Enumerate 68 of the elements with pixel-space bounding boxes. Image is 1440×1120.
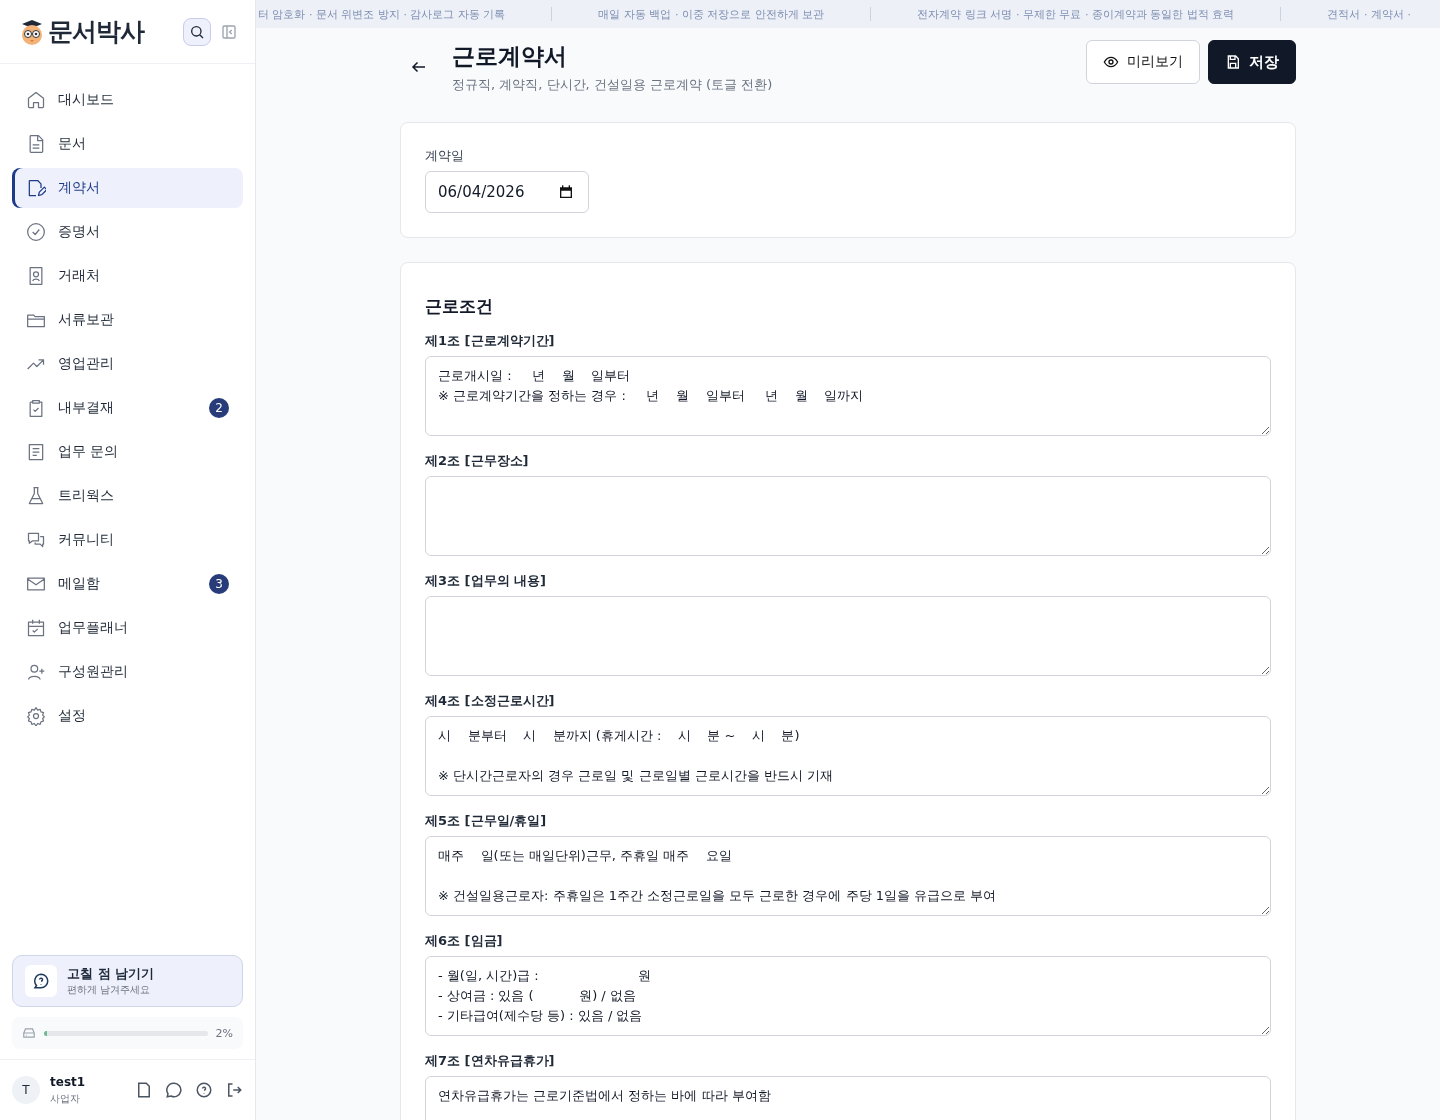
flask-icon [26, 486, 46, 506]
storage-reading: 2% [215, 1026, 233, 1040]
section-title: 근로조건 [425, 295, 494, 318]
article-text-field[interactable]: 근로개시일 : 년 월 일부터 ※ 근로계약기간을 정하는 경우 : 년 월 일부터 년 월 일까지 [425, 356, 1271, 436]
page-title: 근로계약서 [452, 41, 568, 71]
preview-button[interactable]: 미리보기 [1086, 40, 1200, 84]
article-text-field[interactable] [425, 596, 1271, 676]
date-field[interactable]: 06/04/2026 [425, 171, 589, 213]
nav-item[interactable]: 메일함 3 [12, 564, 243, 604]
ticker-text: 매일 자동 백업 · 이중 저장으로 안전하게 보관 [598, 6, 825, 22]
article-text-field[interactable]: 매주 일(또는 매일단위)근무, 주휴일 매주 요일 ※ 건설일용근로자: 주휴일은 1주간 소정근로일을 모두 근로한 경우에 주당 1일을 유급으로 부여 [425, 836, 1271, 916]
article-label: 제1조 [근로계약기간] [425, 332, 556, 350]
ticker-text: 전자계약 링크 서명 · 무제한 무료 · 종이계약과 동일한 법적 효력 [917, 6, 1235, 22]
nav-item[interactable]: 문서 [12, 124, 243, 164]
logout-icon[interactable] [225, 1081, 243, 1099]
nav-item[interactable]: 구성원관리 [12, 652, 243, 692]
article-label: 제7조 [연차유급휴가] [425, 1052, 556, 1070]
help-icon[interactable] [195, 1081, 213, 1099]
save-button[interactable]: 저장 [1208, 40, 1296, 84]
article-label: 제5조 [근무일/휴일] [425, 812, 548, 830]
feedback-subtitle: 편하게 남겨주세요 [67, 983, 152, 997]
document-icon[interactable] [135, 1081, 153, 1099]
article-label: 제6조 [임금] [425, 932, 504, 950]
chat-icon[interactable] [165, 1081, 183, 1099]
page-subtitle: 정규직, 계약직, 단시간, 건설일용 근로계약 (토글 전환) [452, 75, 774, 94]
article-label: 제2조 [근무장소] [425, 452, 530, 470]
person-add-icon [26, 662, 46, 682]
house-icon [26, 90, 46, 110]
eye-icon [1103, 54, 1119, 70]
user-role: 사업자 [50, 1091, 81, 1106]
gear-icon [26, 706, 46, 726]
article-text-field[interactable] [425, 476, 1271, 556]
nav-item[interactable]: 계약서 [12, 168, 243, 208]
chat-icon [26, 530, 46, 550]
question-bubble-icon [32, 972, 50, 990]
nav-item[interactable]: 커뮤니티 [12, 520, 243, 560]
nav-item[interactable]: 내부결재 2 [12, 388, 243, 428]
article-text-field[interactable]: 연차유급휴가는 근로기준법에서 정하는 바에 따라 부여함 [425, 1076, 1271, 1120]
nav-item[interactable]: 영업관리 [12, 344, 243, 384]
count-badge: 3 [209, 574, 229, 594]
calendar-icon [26, 618, 46, 638]
user-name: test1 [50, 1074, 87, 1089]
nav-item[interactable]: 거래처 [12, 256, 243, 296]
nav-item[interactable]: 업무플래너 [12, 608, 243, 648]
feedback-title: 고칠 점 남기기 [67, 965, 155, 983]
nav-item[interactable]: 트리웍스 [12, 476, 243, 516]
ticker-text: 터 암호화 · 문서 위변조 방지 · 감사로그 자동 기록 [258, 6, 506, 22]
calendar-icon[interactable] [558, 184, 574, 200]
nav-item[interactable]: 업무 문의 [12, 432, 243, 472]
ticker-text: 견적서 · 계약서 · [1327, 6, 1411, 22]
feedback-card[interactable]: 고칠 점 남기기 편하게 남겨주세요 [12, 955, 243, 1007]
drive-icon [22, 1026, 36, 1040]
article-label: 제3조 [업무의 내용] [425, 572, 547, 590]
nav-item[interactable]: 설정 [12, 696, 243, 736]
nav-item[interactable]: 서류보관 [12, 300, 243, 340]
logo-text: 문서박사 [48, 16, 144, 48]
pen-document-icon [26, 178, 46, 198]
count-badge: 2 [209, 398, 229, 418]
list-icon [26, 442, 46, 462]
field-label: 계약일 [425, 147, 465, 165]
article-text-field[interactable]: - 월(일, 시간)급 : 원 - 상여금 : 있음 ( 원) / 없음 - 기타급여(제수당 등) : 있음 / 없음 [425, 956, 1271, 1036]
search-icon [189, 23, 205, 40]
nav-item[interactable]: 증명서 [12, 212, 243, 252]
search-button[interactable] [183, 17, 211, 46]
avatar: T [12, 1076, 40, 1104]
article-label: 제4조 [소정근로시간] [425, 692, 556, 710]
article-text-field[interactable]: 시 분부터 시 분까지 (휴게시간 : 시 분 ~ 시 분) ※ 단시간근로자의 경우 근로일 및 근로일별 근로시간을 반드시 기재 [425, 716, 1271, 796]
nav-item[interactable]: 대시보드 [12, 80, 243, 120]
